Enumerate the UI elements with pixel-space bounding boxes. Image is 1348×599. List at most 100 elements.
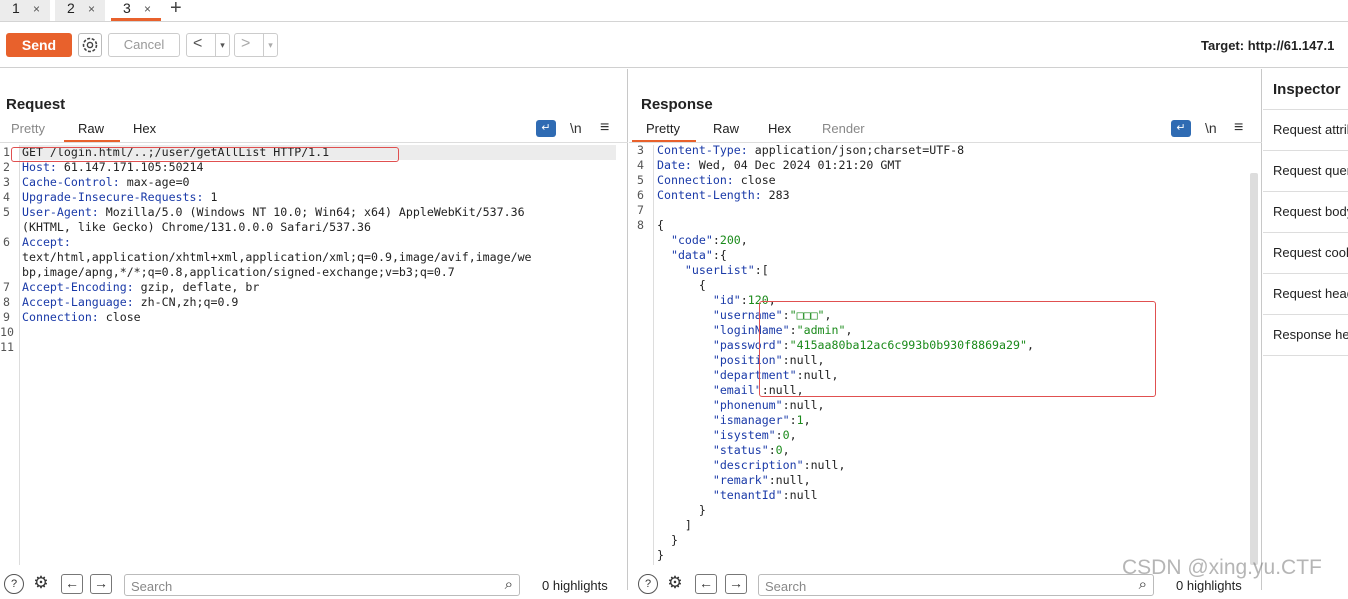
send-button[interactable]: Send [6,33,72,57]
forward-icon: > [241,35,251,52]
line-number: 9 [3,310,10,324]
code-key: Connection: [22,310,99,324]
help-icon[interactable]: ? [638,574,658,594]
inspector-item-body[interactable]: Request body parameters [1263,192,1348,233]
code-key: "id" [712,293,741,307]
line-number: 7 [3,280,10,294]
next-icon[interactable]: → [725,574,747,594]
code-value: : [789,413,797,427]
code-text: text/html,application/xhtml+xml,applicat… [22,250,532,264]
tab-1[interactable]: 1 × [0,0,50,21]
code-value: :null, [768,473,811,487]
inspector-item-attributes[interactable]: Request attributes [1263,110,1348,151]
code-value: gzip, deflate, br [133,280,260,294]
code-text: (KHTML, like Gecko) Chrome/131.0.0.0 Saf… [22,220,372,234]
tab-render[interactable]: Render [822,121,865,136]
wrap-icon[interactable]: ↵ [1171,120,1191,137]
tab-hex[interactable]: Hex [133,121,156,136]
code-key: Content-Length: [657,188,762,202]
tab-pretty[interactable]: Pretty [632,121,696,142]
tab-raw[interactable]: Raw [64,121,121,142]
tab-raw[interactable]: Raw [713,121,739,136]
inspector-item-request-headers[interactable]: Request headers [1263,274,1348,315]
close-icon[interactable]: × [144,1,151,18]
tab-2[interactable]: 2 × [55,0,105,21]
code-line: text/html,application/xhtml+xml,applicat… [22,250,532,265]
code-text: bp,image/apng,*/*;q=0.8,application/sign… [22,265,455,279]
gear-icon[interactable]: ⚙ [665,574,685,594]
chevron-down-icon[interactable]: ▾ [215,34,229,56]
request-tab-bar: 1 × 2 × 3 × + [0,0,1348,22]
request-view-tabs: Pretty Raw Hex [0,121,628,143]
cancel-button[interactable]: Cancel [108,33,180,57]
back-button[interactable]: < ▾ [186,33,230,57]
scrollbar[interactable] [1250,173,1258,565]
forward-button[interactable]: > ▾ [234,33,278,57]
code-value: : [768,443,776,457]
inspector-item-query[interactable]: Request query parameters [1263,151,1348,192]
code-line: "tenantId":null [657,488,818,503]
search-input[interactable]: Search ⌕ [124,574,520,596]
line-number: 3 [3,175,10,189]
line-number: 4 [3,190,10,204]
code-line: "phonenum":null, [657,398,825,413]
close-icon[interactable]: × [33,1,40,18]
newline-icon[interactable]: \n [1205,120,1217,136]
code-text: } [657,548,664,562]
wrap-icon[interactable]: ↵ [536,120,556,137]
code-key: "data" [670,248,713,262]
prev-icon[interactable]: ← [61,574,83,594]
chevron-down-icon[interactable]: ▾ [263,34,277,56]
code-key: "code" [670,233,713,247]
code-value: Wed, 04 Dec 2024 01:21:20 GMT [691,158,902,172]
add-tab-button[interactable]: + [170,0,182,20]
code-key: User-Agent: [22,205,99,219]
search-input[interactable]: Search ⌕ [758,574,1154,596]
settings-button[interactable] [78,33,102,57]
newline-icon[interactable]: \n [570,120,582,136]
gear-icon[interactable]: ⚙ [31,574,51,594]
code-line: "isystem":0, [657,428,797,443]
help-icon[interactable]: ? [4,574,24,594]
menu-icon[interactable]: ≡ [1234,119,1243,137]
search-placeholder: Search [131,579,173,594]
tab-3[interactable]: 3 × [111,0,161,21]
code-line: Cache-Control: max-age=0 [22,175,190,190]
code-number: 0 [775,443,783,457]
code-key: Connection: [657,173,734,187]
code-line: (KHTML, like Gecko) Chrome/131.0.0.0 Saf… [22,220,371,235]
search-placeholder: Search [765,579,807,594]
code-value: close [98,310,141,324]
prev-icon[interactable]: ← [695,574,717,594]
inspector-item-cookies[interactable]: Request cookies [1263,233,1348,274]
line-number: 5 [3,205,10,219]
close-icon[interactable]: × [88,1,95,18]
code-key: Cache-Control: [22,175,120,189]
response-view-tabs: Pretty Raw Hex Render [629,121,1262,143]
next-icon[interactable]: → [90,574,112,594]
code-number: 1 [796,413,804,427]
code-line: } [657,533,678,548]
code-key: "status" [712,443,769,457]
response-title: Response [641,96,713,113]
code-key: Accept-Language: [22,295,134,309]
code-line: "data":{ [657,248,727,263]
request-editor[interactable]: 1 GET /login.html/..;/user/getAllList HTT… [0,145,616,565]
target-label[interactable]: Target: http://61.147.1 [1201,38,1334,53]
request-title: Request [6,96,66,113]
inspector-panel: Inspector Request attributes Request que… [1263,69,1348,590]
code-line: Accept: [22,235,71,250]
tab-pretty[interactable]: Pretty [11,121,45,136]
tab-hex[interactable]: Hex [768,121,791,136]
menu-icon[interactable]: ≡ [600,119,609,137]
code-line: User-Agent: Mozilla/5.0 (Windows NT 10.0… [22,205,525,220]
code-key: "isystem" [712,428,776,442]
inspector-item-response-headers[interactable]: Response headers [1263,315,1348,356]
